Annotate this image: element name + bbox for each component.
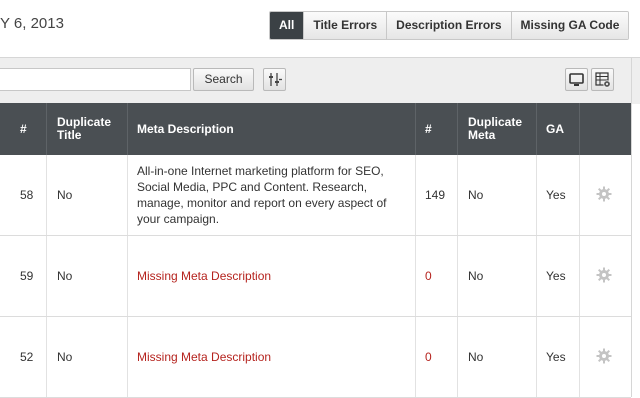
column-header-meta-description[interactable]: Meta Description [127, 103, 415, 155]
title-count-cell: 59 [20, 269, 34, 283]
duplicate-meta-cell: No [468, 188, 484, 202]
gear-icon[interactable] [596, 186, 612, 202]
table-settings-button[interactable] [591, 68, 614, 91]
duplicate-meta-cell: No [468, 269, 484, 283]
monitor-icon [569, 73, 584, 86]
column-adjust-button[interactable] [263, 68, 286, 91]
search-input[interactable] [0, 68, 191, 91]
meta-count-cell: 149 [425, 188, 446, 202]
duplicate-title-cell: No [57, 269, 73, 283]
title-count-cell: 58 [20, 188, 34, 202]
filter-missing-ga-button[interactable]: Missing GA Code [510, 12, 629, 39]
column-header-ga[interactable]: GA [536, 103, 579, 155]
monitor-view-button[interactable] [565, 68, 588, 91]
filter-tabs: All Title Errors Description Errors Miss… [269, 11, 630, 40]
table-row: 59 No Missing Meta Description 0 No Yes [0, 236, 631, 317]
gear-icon[interactable] [596, 267, 612, 283]
search-button[interactable]: Search [193, 68, 254, 91]
column-adjust-icon [269, 73, 282, 86]
meta-count-cell: 0 [425, 350, 432, 364]
gear-icon[interactable] [596, 348, 612, 364]
column-header-meta-count[interactable]: # [415, 103, 457, 155]
table-settings-icon [595, 72, 611, 88]
meta-description-cell: All-in-one Internet marketing platform f… [137, 164, 387, 226]
duplicate-title-cell: No [57, 350, 73, 364]
ga-cell: Yes [546, 350, 566, 364]
missing-meta-description-cell: Missing Meta Description [137, 350, 272, 364]
toolbar: Search [0, 57, 640, 104]
ga-cell: Yes [546, 269, 566, 283]
table-header: # Duplicate Title Meta Description # Dup… [0, 103, 631, 155]
filter-all-button[interactable]: All [270, 12, 304, 39]
duplicate-meta-cell: No [468, 350, 484, 364]
table-row: 58 No All-in-one Internet marketing plat… [0, 155, 631, 236]
meta-count-cell: 0 [425, 269, 432, 283]
report-date: Y 6, 2013 [0, 15, 64, 32]
ga-cell: Yes [546, 188, 566, 202]
table-right-border [631, 57, 632, 397]
column-header-duplicate-title[interactable]: Duplicate Title [47, 103, 127, 155]
missing-meta-description-cell: Missing Meta Description [137, 269, 272, 283]
duplicate-title-cell: No [57, 188, 73, 202]
column-header-duplicate-meta[interactable]: Duplicate Meta [458, 103, 536, 155]
column-header-title-count[interactable]: # [10, 103, 46, 155]
table-row: 52 No Missing Meta Description 0 No Yes [0, 317, 631, 398]
filter-title-errors-button[interactable]: Title Errors [303, 12, 387, 39]
title-count-cell: 52 [20, 350, 34, 364]
filter-description-errors-button[interactable]: Description Errors [386, 12, 511, 39]
